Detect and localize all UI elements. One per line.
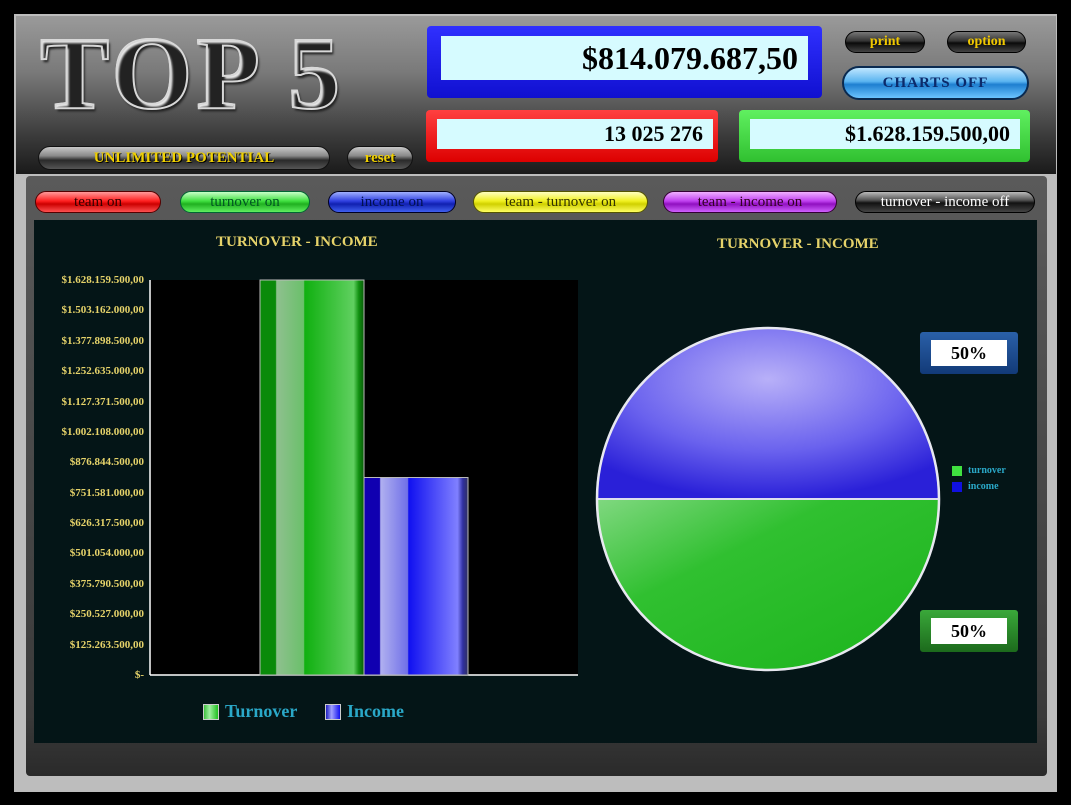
pie-legend-income: income: [952, 481, 999, 492]
turnover-percent-box: 50%: [920, 610, 1018, 652]
pie-legend-turnover: turnover: [952, 465, 1006, 476]
pie-slice-turnover: [595, 498, 941, 671]
income-percent-label: 50%: [931, 340, 1007, 366]
turnover-percent-label: 50%: [931, 618, 1007, 644]
turnover-legend-icon: [952, 465, 962, 476]
income-legend-icon: [952, 481, 962, 492]
pie-slice-income: [595, 327, 941, 500]
pie-legend-income-label: income: [968, 481, 999, 492]
income-percent-box: 50%: [920, 332, 1018, 374]
pie-legend-turnover-label: turnover: [968, 465, 1006, 476]
pie-chart: [595, 326, 941, 672]
